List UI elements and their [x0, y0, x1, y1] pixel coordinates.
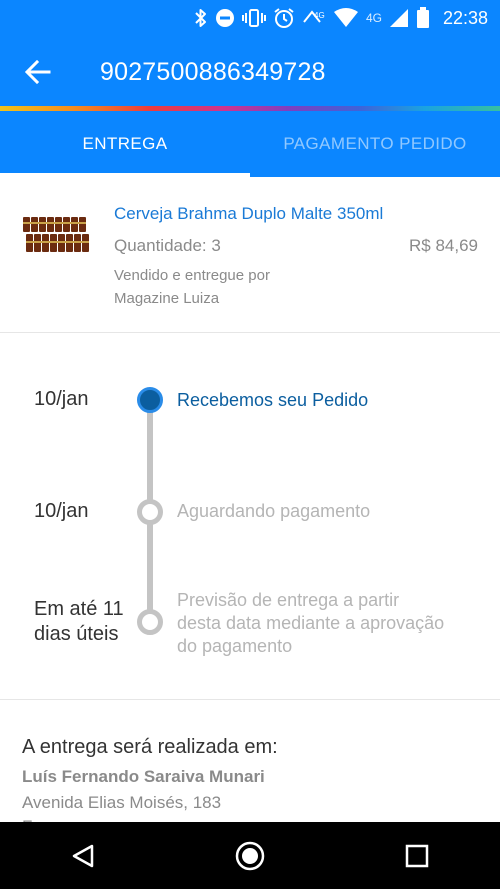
- square-recents-icon: [405, 844, 428, 867]
- arrow-left-icon: [25, 60, 51, 84]
- product-image: [22, 214, 92, 254]
- product-price: R$ 84,69: [409, 236, 478, 255]
- product-card[interactable]: Cerveja Brahma Duplo Malte 350ml Quantid…: [0, 180, 500, 333]
- timeline-step-done-marker: [137, 387, 163, 413]
- product-name[interactable]: Cerveja Brahma Duplo Malte 350ml: [114, 204, 383, 224]
- timeline-date: 10/jan: [34, 500, 89, 522]
- tab-pagamento-pedido[interactable]: PAGAMENTO PEDIDO: [250, 111, 500, 177]
- timeline-status-line2: desta data mediante a aprovação: [177, 613, 445, 633]
- order-number-title: 9027500886349728: [100, 58, 326, 86]
- nav-back-button[interactable]: [53, 826, 113, 886]
- tab-bar: ENTREGA PAGAMENTO PEDIDO: [0, 111, 500, 177]
- wifi-4g-icon: 4G: [302, 8, 326, 28]
- recipient-name: Luís Fernando Saraiva Munari: [22, 767, 265, 786]
- network-label: 4G: [365, 11, 382, 25]
- tab-entrega[interactable]: ENTREGA: [0, 111, 250, 177]
- timeline-date-line2: dias úteis: [34, 623, 119, 645]
- app-bar: 9027500886349728: [0, 36, 500, 106]
- address-street: Avenida Elias Moisés, 183: [22, 793, 222, 812]
- wifi-icon: [333, 8, 359, 28]
- timeline-status-line3: do pagamento: [177, 636, 293, 656]
- nav-recents-button[interactable]: [387, 826, 447, 886]
- vibrate-icon: [241, 8, 266, 28]
- product-quantity: Quantidade: 3: [114, 236, 221, 255]
- seller-name: Magazine Luiza: [114, 290, 220, 307]
- bluetooth-icon: [194, 8, 208, 28]
- svg-text:4G: 4G: [314, 11, 325, 20]
- tab-pagamento-label: PAGAMENTO PEDIDO: [283, 134, 467, 153]
- alarm-icon: [273, 7, 295, 29]
- delivery-address: A entrega será realizada em: Luís Fernan…: [0, 701, 500, 836]
- signal-icon: [389, 8, 409, 28]
- order-detail-screen: 4G 4G 22:38 9027500886349728 ENTREGA PAG…: [0, 0, 500, 889]
- nav-home-button[interactable]: [220, 826, 280, 886]
- triangle-back-icon: [73, 844, 94, 867]
- active-tab-indicator: [0, 173, 250, 177]
- circle-home-icon: [235, 841, 265, 870]
- status-bar: 4G 4G 22:38: [0, 0, 500, 36]
- system-nav-bar: [0, 822, 500, 889]
- status-time: 22:38: [442, 7, 488, 28]
- seller-label: Vendido e entregue por: [114, 267, 270, 284]
- timeline-step-pending-marker: [137, 609, 163, 635]
- timeline-step-pending-marker: [137, 499, 163, 525]
- timeline-date-line1: Em até 11: [34, 598, 124, 620]
- delivery-timeline: 10/jan Recebemos seu Pedido 10/jan Aguar…: [0, 334, 500, 700]
- tab-entrega-label: ENTREGA: [82, 134, 168, 153]
- timeline-status: Aguardando pagamento: [177, 501, 371, 521]
- timeline-status-line1: Previsão de entrega a partir: [177, 590, 400, 610]
- do-not-disturb-icon: [215, 8, 235, 28]
- address-heading: A entrega será realizada em:: [22, 736, 278, 758]
- back-button[interactable]: [22, 56, 54, 88]
- battery-icon: [416, 7, 430, 29]
- status-icons: 4G 4G 22:38: [194, 6, 488, 30]
- timeline-status: Recebemos seu Pedido: [177, 390, 369, 410]
- timeline-date: 10/jan: [34, 388, 89, 410]
